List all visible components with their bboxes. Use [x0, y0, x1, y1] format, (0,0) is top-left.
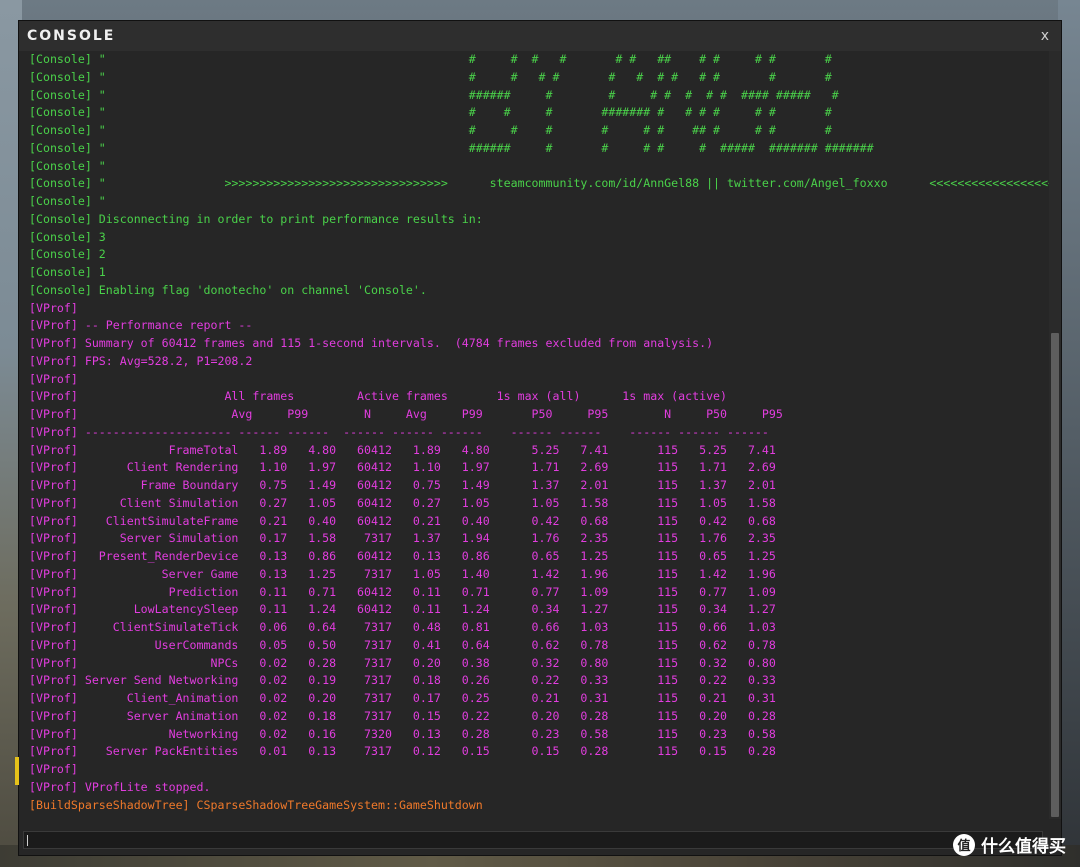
console-output[interactable]: [Console] " # # # # # # ## # # # # # [Con…: [23, 51, 1049, 819]
scrollbar[interactable]: [1049, 51, 1061, 819]
console-line: [VProf] Client Rendering 1.10 1.97 60412…: [29, 460, 776, 475]
console-line: [VProf] Client_Animation 0.02 0.20 7317 …: [29, 691, 776, 705]
watermark-icon: 值: [953, 833, 975, 856]
console-line: [VProf] Frame Boundary 0.75 1.49 60412 0…: [29, 478, 776, 492]
console-line: [VProf] Avg P99 N Avg P99 P50 P95 N P50 …: [29, 407, 783, 421]
console-line: [BuildSparseShadowTree] CSparseShadowTre…: [29, 797, 483, 812]
console-line: [VProf] LowLatencySleep 0.11 1.24 60412 …: [29, 602, 776, 617]
console-line: [Console] " # # # ####### # # # # # # #: [29, 105, 832, 120]
console-line: [VProf] Server Simulation 0.17 1.58 7317…: [29, 531, 776, 546]
console-line: [VProf] Client Simulation 0.27 1.05 6041…: [29, 495, 776, 510]
watermark-text: 什么值得买: [981, 837, 1066, 857]
console-line: [VProf] Server PackEntities 0.01 0.13 73…: [29, 744, 776, 759]
console-line: [VProf] Prediction 0.11 0.71 60412 0.11 …: [29, 584, 776, 599]
console-line: [VProf] ClientSimulateFrame 0.21 0.40 60…: [29, 513, 776, 528]
console-line: [VProf] All frames Active frames 1s max …: [29, 389, 728, 404]
console-line: [VProf] Server Send Networking 0.02 0.19…: [29, 673, 776, 688]
console-line: [VProf] Summary of 60412 frames and 115 …: [29, 336, 714, 350]
watermark: 值 什么值得买: [953, 832, 1066, 857]
console-line: [VProf] VProfLite stopped.: [29, 779, 211, 794]
console-line: [Console] " # # # # # # ## # # # # #: [29, 52, 832, 66]
console-line: [VProf] UserCommands 0.05 0.50 7317 0.41…: [29, 637, 776, 652]
console-line: [Console] Disconnecting in order to prin…: [29, 211, 483, 226]
console-line: [Console] 1: [29, 265, 106, 279]
console-line: [Console] " ###### # # # # # ##### #####…: [29, 140, 874, 155]
console-line: [VProf] --------------------- ------ ---…: [29, 424, 769, 439]
console-titlebar[interactable]: CONSOLE x: [19, 21, 1061, 51]
console-line: [VProf] Server Animation 0.02 0.18 7317 …: [29, 708, 776, 723]
console-line: [VProf] Server Game 0.13 1.25 7317 1.05 …: [29, 566, 776, 581]
console-line: [Console] ": [29, 158, 106, 173]
console-line: [VProf] NPCs 0.02 0.28 7317 0.20 0.38 0.…: [29, 655, 776, 670]
console-line: [VProf] ClientSimulateTick 0.06 0.64 731…: [29, 620, 776, 634]
scrollbar-thumb[interactable]: [1051, 333, 1059, 817]
line-marker: [15, 757, 19, 785]
console-line: [Console] " # # # # # # # # # # # #: [29, 69, 832, 84]
console-line: [VProf] FrameTotal 1.89 4.80 60412 1.89 …: [29, 442, 776, 457]
console-window: CONSOLE x [Console] " # # # # # # ## # #…: [15, 20, 1062, 856]
close-button[interactable]: x: [1037, 28, 1053, 44]
console-line: [Console] 3: [29, 229, 106, 244]
console-line: [Console] " ###### # # # # # # # #### ##…: [29, 87, 839, 102]
console-line: [VProf]: [29, 371, 78, 386]
console-line: [VProf] Networking 0.02 0.16 7320 0.13 0…: [29, 726, 776, 741]
console-line: [VProf] Present_RenderDevice 0.13 0.86 6…: [29, 549, 776, 563]
console-line: [VProf] FPS: Avg=528.2, P1=208.2: [29, 353, 253, 368]
console-line: [Console] 2: [29, 247, 106, 262]
console-line: [VProf] -- Performance report --: [29, 318, 253, 333]
console-input[interactable]: [23, 831, 1043, 849]
console-line: [VProf]: [29, 300, 78, 315]
console-line: [Console] ": [29, 194, 106, 208]
text-cursor: [27, 835, 28, 846]
console-line: [Console] " >>>>>>>>>>>>>>>>>>>>>>>>>>>>…: [29, 176, 1049, 191]
console-line: [VProf]: [29, 762, 78, 776]
console-line: [Console] " # # # # # # ## # # # #: [29, 123, 832, 137]
console-title: CONSOLE: [27, 28, 116, 44]
console-line: [Console] Enabling flag 'donotecho' on c…: [29, 282, 427, 297]
